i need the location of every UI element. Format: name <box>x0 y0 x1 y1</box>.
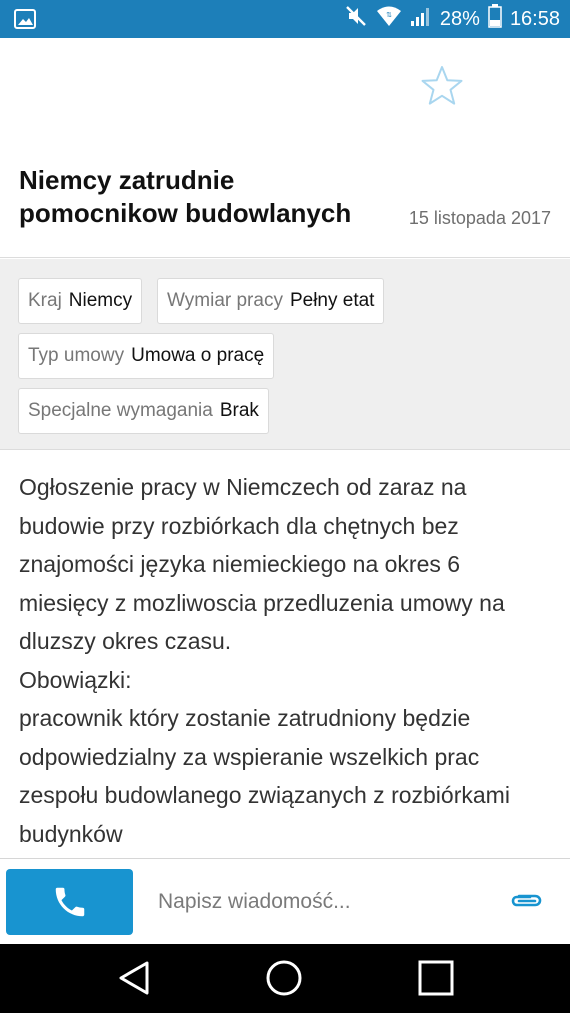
status-bar: ⇅ 28% 16:58 <box>0 0 570 38</box>
listing-date: 15 listopada 2017 <box>408 208 551 228</box>
call-button[interactable] <box>6 869 133 935</box>
detail-chip-country: Kraj Niemcy <box>18 278 143 324</box>
back-icon[interactable] <box>114 958 154 998</box>
duties-heading: Obowiązki: <box>19 666 132 693</box>
detail-value: Pełny etat <box>289 290 375 311</box>
clock: 16:58 <box>509 7 560 30</box>
detail-label: Kraj <box>28 290 62 311</box>
detail-value: Umowa o pracę <box>131 345 265 366</box>
detail-label: Specjalne wymagania <box>28 400 213 421</box>
svg-text:⇅: ⇅ <box>386 12 392 19</box>
message-input[interactable] <box>158 879 478 925</box>
battery-percent: 28% <box>439 7 480 30</box>
navigation-bar <box>0 944 570 1013</box>
detail-value: Niemcy <box>68 290 133 311</box>
image-icon <box>14 9 36 34</box>
listing-description: Ogłoszenie pracy w Niemczech od zaraz na… <box>19 468 554 858</box>
listing-title: Niemcy zatrudnie pomocnikow budowlanych <box>19 165 352 228</box>
listing-header: Niemcy zatrudnie pomocnikow budowlanych … <box>0 38 570 258</box>
details-section: Kraj Niemcy Wymiar pracy Pełny etat Typ … <box>0 259 570 450</box>
attachment-icon[interactable] <box>508 888 544 916</box>
detail-chip-requirements: Specjalne wymagania Brak <box>18 388 269 434</box>
detail-label: Typ umowy <box>28 345 125 366</box>
home-icon[interactable] <box>264 958 304 998</box>
favorite-star-icon[interactable] <box>420 64 464 108</box>
description-intro: Ogłoszenie pracy w Niemczech od zaraz na… <box>19 474 505 654</box>
detail-label: Wymiar pracy <box>167 290 283 311</box>
wifi-icon: ⇅ <box>376 5 402 33</box>
detail-chip-work-time: Wymiar pracy Pełny etat <box>157 278 385 324</box>
recent-apps-icon[interactable] <box>416 958 456 998</box>
battery-icon <box>488 4 502 34</box>
mute-icon <box>344 4 368 34</box>
compose-bar <box>0 858 570 944</box>
detail-value: Brak <box>219 400 259 421</box>
duties-text: pracownik który zostanie zatrudniony będ… <box>19 705 510 847</box>
phone-icon <box>55 887 84 917</box>
detail-chip-contract-type: Typ umowy Umowa o pracę <box>18 333 275 379</box>
signal-icon <box>410 5 432 33</box>
